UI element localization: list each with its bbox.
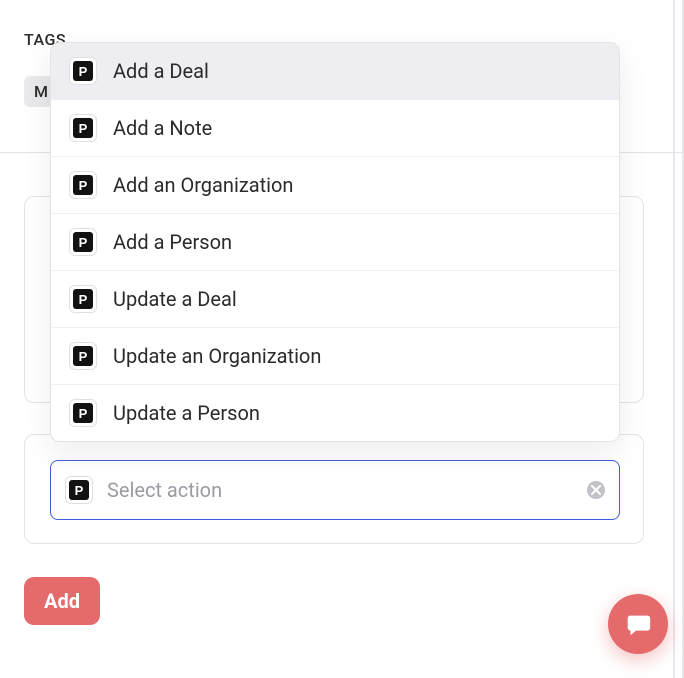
pipedrive-icon: P [65, 476, 93, 504]
p-glyph: P [69, 480, 89, 500]
pipedrive-icon: P [69, 57, 97, 85]
pipedrive-icon: P [69, 171, 97, 199]
dropdown-item-add-person[interactable]: P Add a Person [51, 214, 619, 271]
dropdown-item-label: Update an Organization [113, 344, 321, 368]
dropdown-item-update-person[interactable]: P Update a Person [51, 385, 619, 441]
chat-icon [623, 609, 653, 639]
dropdown-item-update-organization[interactable]: P Update an Organization [51, 328, 619, 385]
dropdown-item-label: Update a Person [113, 401, 260, 425]
pipedrive-icon: P [69, 399, 97, 427]
dropdown-item-label: Add an Organization [113, 173, 293, 197]
action-select[interactable]: P [50, 460, 620, 520]
dropdown-item-update-deal[interactable]: P Update a Deal [51, 271, 619, 328]
dropdown-item-label: Add a Deal [113, 59, 209, 83]
action-dropdown: P Add a Deal P Add a Note P Add an Organ… [50, 42, 620, 442]
pipedrive-icon: P [69, 342, 97, 370]
dropdown-item-add-note[interactable]: P Add a Note [51, 100, 619, 157]
dropdown-item-add-organization[interactable]: P Add an Organization [51, 157, 619, 214]
dropdown-item-label: Update a Deal [113, 287, 237, 311]
chat-launcher[interactable] [608, 594, 668, 654]
scroll-rail-inner [673, 0, 675, 678]
clear-icon[interactable] [587, 481, 605, 499]
dropdown-item-label: Add a Note [113, 116, 212, 140]
dropdown-item-label: Add a Person [113, 230, 232, 254]
add-button[interactable]: Add [24, 577, 100, 625]
action-select-input[interactable] [107, 478, 573, 502]
pipedrive-icon: P [69, 285, 97, 313]
dropdown-item-add-deal[interactable]: P Add a Deal [51, 43, 619, 100]
pipedrive-icon: P [69, 114, 97, 142]
pipedrive-icon: P [69, 228, 97, 256]
